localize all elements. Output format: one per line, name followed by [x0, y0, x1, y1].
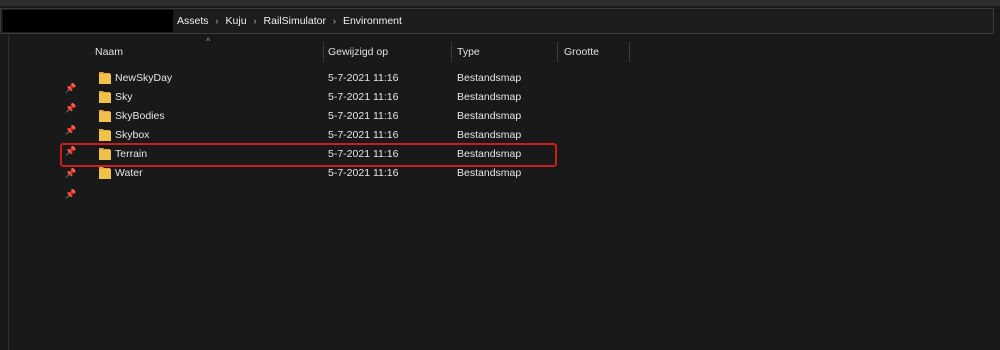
file-modified: 5-7-2021 11:16: [328, 109, 399, 122]
breadcrumb-item-kuju[interactable]: Kuju: [226, 15, 247, 27]
file-name: NewSkyDay: [115, 71, 173, 84]
file-row[interactable]: Skybox 5-7-2021 11:16 Bestandsmap: [89, 125, 559, 144]
pin-icon[interactable]: 📌: [65, 83, 76, 94]
folder-icon: [99, 91, 111, 103]
file-modified: 5-7-2021 11:16: [328, 90, 399, 103]
file-name: Water: [115, 166, 143, 179]
column-header-type-label: Type: [457, 46, 480, 58]
breadcrumb: Assets › Kuju › RailSimulator › Environm…: [177, 9, 402, 33]
folder-icon: [99, 72, 111, 84]
column-header-type[interactable]: Type: [457, 42, 557, 62]
folder-icon: [99, 148, 111, 160]
folder-icon: [99, 129, 111, 141]
column-header-size[interactable]: Grootte: [564, 42, 629, 62]
file-modified: 5-7-2021 11:16: [328, 147, 399, 160]
file-row[interactable]: Terrain 5-7-2021 11:16 Bestandsmap: [89, 144, 559, 163]
file-type: Bestandsmap: [457, 166, 522, 179]
file-type: Bestandsmap: [457, 90, 522, 103]
file-name: SkyBodies: [115, 109, 165, 122]
column-header-name-label: Naam: [95, 46, 124, 58]
file-type: Bestandsmap: [457, 147, 522, 160]
file-modified: 5-7-2021 11:16: [328, 71, 399, 84]
breadcrumb-item-environment[interactable]: Environment: [343, 15, 402, 27]
breadcrumb-item-assets[interactable]: Assets: [177, 15, 209, 27]
pin-icon[interactable]: 📌: [65, 146, 76, 157]
folder-icon: [99, 167, 111, 179]
folder-icon: [99, 110, 111, 122]
column-header-modified-label: Gewijzigd op: [328, 46, 389, 58]
pin-icon[interactable]: 📌: [65, 168, 76, 179]
file-type: Bestandsmap: [457, 109, 522, 122]
file-row[interactable]: Water 5-7-2021 11:16 Bestandsmap: [89, 163, 559, 182]
file-row[interactable]: NewSkyDay 5-7-2021 11:16 Bestandsmap: [89, 68, 559, 87]
column-divider[interactable]: [451, 42, 452, 62]
file-name: Terrain: [115, 147, 148, 160]
file-modified: 5-7-2021 11:16: [328, 166, 399, 179]
window-top-strip: [0, 0, 1000, 6]
chevron-right-icon[interactable]: ›: [216, 16, 219, 26]
pin-icon[interactable]: 📌: [65, 103, 76, 114]
address-bar[interactable]: Assets › Kuju › RailSimulator › Environm…: [0, 8, 994, 34]
column-divider[interactable]: [557, 42, 558, 62]
column-divider[interactable]: [629, 42, 630, 62]
column-divider[interactable]: [323, 42, 324, 62]
file-name: Sky: [115, 90, 133, 103]
address-bar-redacted-area: [3, 10, 173, 32]
column-header-name[interactable]: Naam: [95, 42, 323, 62]
breadcrumb-item-railsimulator[interactable]: RailSimulator: [264, 15, 326, 27]
chevron-right-icon[interactable]: ›: [333, 16, 336, 26]
file-row[interactable]: SkyBodies 5-7-2021 11:16 Bestandsmap: [89, 106, 559, 125]
file-type: Bestandsmap: [457, 128, 522, 141]
chevron-right-icon[interactable]: ›: [254, 16, 257, 26]
pin-icon[interactable]: 📌: [65, 125, 76, 136]
file-type: Bestandsmap: [457, 71, 522, 84]
file-row[interactable]: Sky 5-7-2021 11:16 Bestandsmap: [89, 87, 559, 106]
column-header-modified[interactable]: Gewijzigd op: [328, 42, 451, 62]
column-header-size-label: Grootte: [564, 46, 600, 58]
pin-icon[interactable]: 📌: [65, 189, 76, 200]
file-name: Skybox: [115, 128, 150, 141]
file-list-pane: ^ Naam Gewijzigd op Type Grootte 📌 📌 📌 📌…: [8, 36, 1000, 350]
file-explorer-window: Assets › Kuju › RailSimulator › Environm…: [0, 0, 1000, 350]
file-modified: 5-7-2021 11:16: [328, 128, 399, 141]
